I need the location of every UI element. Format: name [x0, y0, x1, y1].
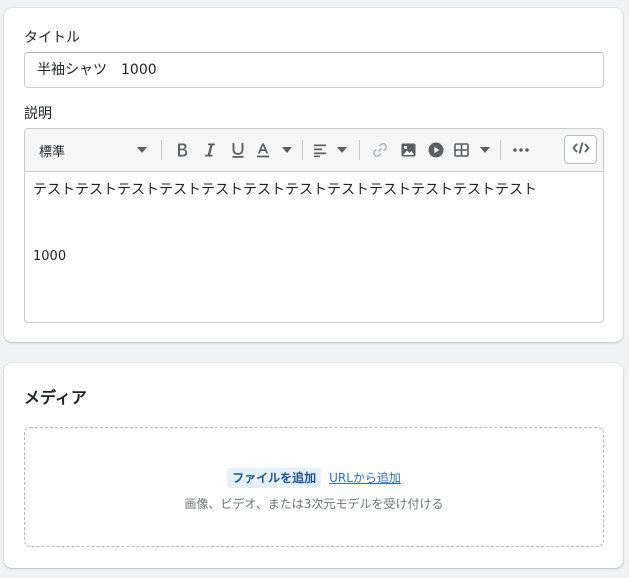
- underline-button[interactable]: [227, 137, 249, 163]
- insert-image-button[interactable]: [397, 137, 419, 163]
- code-icon: [571, 140, 590, 159]
- italic-icon: [204, 142, 216, 158]
- link-icon: [372, 142, 388, 158]
- insert-table-button[interactable]: [454, 137, 490, 163]
- bold-icon: [175, 142, 189, 158]
- align-left-icon: [313, 143, 327, 157]
- caret-down-icon: [137, 147, 147, 153]
- media-heading: メディア: [24, 388, 87, 407]
- media-dropzone[interactable]: ファイルを追加 URLから追加 画像、ビデオ、または3次元モデルを受け付ける: [24, 427, 604, 547]
- toolbar-divider: [302, 140, 303, 160]
- align-button[interactable]: [313, 137, 347, 163]
- image-icon: [401, 143, 416, 157]
- editor-paragraph: テストテストテストテストテストテストテストテストテストテストテストテスト: [33, 182, 537, 198]
- title-label: タイトル: [24, 30, 80, 46]
- add-file-button[interactable]: ファイルを追加: [227, 468, 322, 488]
- format-select-value: 標準: [39, 144, 66, 160]
- insert-video-button[interactable]: [425, 137, 447, 163]
- toolbar-divider: [359, 140, 360, 160]
- more-actions-button[interactable]: [510, 137, 532, 163]
- title-input[interactable]: 半袖シャツ 1000: [24, 52, 604, 88]
- underline-icon: [231, 142, 245, 158]
- add-from-url-link[interactable]: URLから追加: [329, 470, 401, 486]
- show-html-button[interactable]: [564, 135, 597, 164]
- description-label: 説明: [24, 106, 52, 122]
- caret-down-icon: [337, 147, 347, 153]
- description-editor: 標準 テストテストテストテストテストテストテストテストテストテストテストテスト …: [24, 128, 604, 323]
- more-horizontal-icon: [513, 148, 529, 152]
- caret-down-icon: [480, 147, 490, 153]
- link-button[interactable]: [369, 137, 391, 163]
- editor-toolbar: 標準: [25, 129, 603, 172]
- italic-button[interactable]: [199, 137, 221, 163]
- editor-paragraph: 1000: [33, 249, 67, 264]
- dropzone-actions: ファイルを追加 URLから追加: [25, 468, 603, 488]
- bold-button[interactable]: [171, 137, 193, 163]
- play-circle-icon: [428, 142, 444, 158]
- caret-down-icon: [282, 147, 292, 153]
- text-color-icon: [256, 142, 270, 158]
- format-select[interactable]: 標準: [31, 137, 153, 163]
- media-card: メディア ファイルを追加 URLから追加 画像、ビデオ、または3次元モデルを受け…: [4, 363, 623, 568]
- text-color-button[interactable]: [256, 137, 292, 163]
- editor-content-area[interactable]: テストテストテストテストテストテストテストテストテストテストテストテスト 100…: [25, 172, 603, 322]
- toolbar-divider: [500, 140, 501, 160]
- product-details-card: タイトル 半袖シャツ 1000 説明 標準 テストテストテストテストテストテスト…: [4, 8, 623, 342]
- toolbar-divider: [161, 140, 162, 160]
- table-icon: [454, 143, 469, 157]
- dropzone-hint: 画像、ビデオ、または3次元モデルを受け付ける: [184, 497, 444, 511]
